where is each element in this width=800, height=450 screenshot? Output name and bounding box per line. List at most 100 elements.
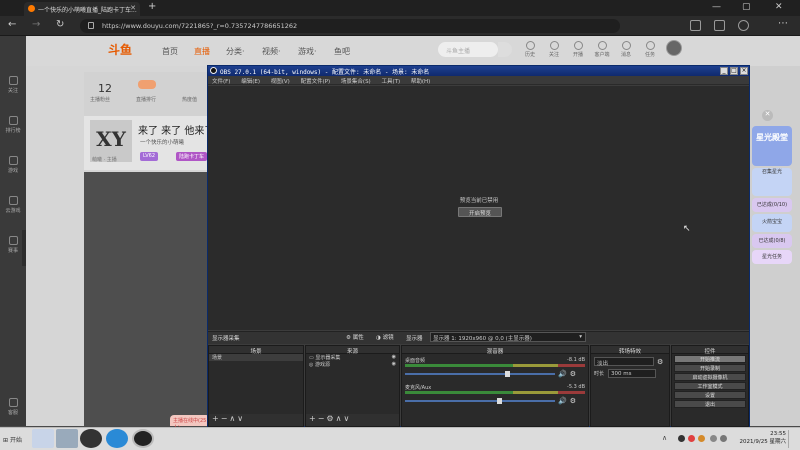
close-promo-icon[interactable]: ✕ — [762, 110, 773, 121]
menu-edit[interactable]: 编辑(E) — [241, 79, 260, 85]
nav-yuba[interactable]: 鱼吧 — [334, 46, 350, 57]
volume-slider[interactable] — [405, 371, 555, 377]
address-bar[interactable]: https://www.douyu.com/7221865?_r=0.73572… — [80, 19, 620, 33]
avatar-caption: 萌曦 · 主播 — [92, 157, 117, 163]
promo-item[interactable]: 星光任务 — [752, 250, 792, 264]
menu-scene-collection[interactable]: 场景集合(S) — [341, 79, 371, 85]
gear-icon[interactable]: ⚙ — [326, 414, 335, 423]
obs-minimize-button[interactable]: _ — [720, 67, 728, 75]
more-menu-icon[interactable]: ⋯ — [778, 18, 788, 29]
promo-progress: 已达成(0/8) — [752, 234, 792, 248]
qq-icon[interactable] — [56, 429, 78, 448]
edge-icon[interactable] — [106, 429, 128, 448]
nav-video[interactable]: 视频· — [262, 46, 281, 57]
move-down-icon[interactable]: ∨ — [343, 414, 351, 423]
forward-icon[interactable]: → — [32, 19, 40, 30]
sources-dock-title: 来源 — [306, 346, 399, 355]
maximize-window-button[interactable]: ▢ — [742, 2, 751, 12]
category-tag[interactable]: 陆跑卡丁车 — [176, 152, 208, 161]
tab-title: 一个快乐的小萌曦直播_陆跑卡丁车... — [38, 7, 137, 14]
profile-icon[interactable] — [738, 20, 749, 31]
minimize-window-button[interactable]: — — [712, 2, 721, 12]
gear-icon[interactable]: ⚙ — [570, 370, 576, 378]
sidebar-item-cloud-games[interactable]: 云游戏 — [0, 196, 26, 214]
nav-category[interactable]: 分类· — [226, 46, 245, 57]
speaker-icon[interactable]: 🔊 — [558, 397, 567, 405]
promo-title[interactable]: 星光殿堂 — [752, 126, 792, 166]
source-item[interactable]: ◎ 游戏源 ◉ — [306, 361, 399, 368]
tray-chevron-icon[interactable]: ∧ — [662, 434, 667, 442]
room-title: 来了 来了 他来了 — [138, 126, 214, 137]
back-icon[interactable]: ← — [8, 19, 16, 30]
nav-live[interactable]: 直播 — [194, 46, 210, 57]
display-select[interactable]: 显示器 1: 1920x960 @ 0,0 (主显示器) ▾ — [430, 332, 586, 342]
start-button[interactable]: ⊞ 开始 — [0, 429, 26, 448]
obs-app-icon[interactable] — [132, 429, 154, 448]
obs-maximize-button[interactable]: □ — [730, 67, 738, 75]
obs-taskbar-icon[interactable] — [80, 429, 102, 448]
gear-icon[interactable]: ⚙ — [570, 397, 576, 405]
exit-button[interactable]: 退出 — [674, 400, 746, 408]
filter-icon: ◑ — [376, 335, 381, 341]
move-down-icon[interactable]: ∨ — [237, 414, 245, 423]
studio-mode-button[interactable]: 工作室模式 — [674, 382, 746, 390]
source-item[interactable]: ▭ 显示器采集 ◉ — [306, 354, 399, 361]
promo-item[interactable]: 召集星光 — [752, 168, 792, 196]
obs-title: OBS 27.0.1 (64-bit, windows) - 配置文件: 未命名… — [220, 69, 430, 76]
close-tab-icon[interactable]: ✕ — [130, 4, 136, 12]
room-subtitle: 一个快乐的小萌曦 — [140, 140, 185, 146]
start-recording-button[interactable]: 开始录制 — [674, 364, 746, 372]
clock-time: 23:55 — [770, 431, 786, 437]
start-preview-button[interactable]: 开启预览 — [458, 207, 502, 217]
menu-help[interactable]: 帮助(H) — [411, 79, 430, 85]
menu-tools[interactable]: 工具(T) — [381, 79, 400, 85]
tray-app-icon[interactable] — [688, 435, 695, 442]
speaker-icon[interactable]: 🔊 — [558, 370, 567, 378]
tray-app-icon[interactable] — [698, 435, 705, 442]
duration-input[interactable]: 300 ms — [608, 369, 656, 378]
sidebar-item-follow[interactable]: 关注 — [0, 76, 26, 94]
refresh-icon[interactable]: ↻ — [56, 19, 64, 30]
collections-icon[interactable] — [714, 20, 725, 31]
sidebar-item-games[interactable]: 游戏 — [0, 156, 26, 174]
mixer-channel: 麦克风/Aux -5.3 dB 🔊 ⚙ — [402, 378, 588, 405]
close-window-button[interactable]: ✕ — [775, 2, 783, 12]
level-tag: LV62 — [140, 152, 159, 161]
task-view-icon[interactable] — [32, 429, 54, 448]
filters-button[interactable]: ◑ 滤镜 — [376, 333, 394, 341]
rank-label[interactable]: 直播排行 — [136, 96, 156, 103]
properties-button[interactable]: ⚙ 属性 — [346, 333, 364, 341]
browser-tab[interactable]: 一个快乐的小萌曦直播_陆跑卡丁车... ✕ — [24, 2, 140, 16]
start-streaming-button[interactable]: 开始推流 — [674, 355, 746, 363]
douyu-logo[interactable]: 斗鱼 — [108, 41, 148, 59]
nav-games[interactable]: 游戏· — [298, 46, 317, 57]
settings-button[interactable]: 设置 — [674, 391, 746, 399]
notification-icon[interactable] — [788, 430, 798, 448]
taskbar-clock[interactable]: 23:55 2021/9/25 星期六 — [736, 430, 786, 446]
volume-icon[interactable] — [720, 435, 727, 442]
menu-profile[interactable]: 配置文件(P) — [301, 79, 331, 85]
sidebar-item-service[interactable]: 客服 — [0, 398, 26, 416]
add-icon[interactable]: + — [212, 414, 221, 423]
volume-slider[interactable] — [405, 398, 555, 404]
promo-item[interactable]: 火箭宝宝 — [752, 214, 792, 232]
mouse-cursor-icon: ↖ — [683, 224, 691, 234]
start-virtual-camera-button[interactable]: 启动虚拟摄像机 — [674, 373, 746, 381]
nav-home[interactable]: 首页 — [162, 46, 178, 57]
transition-select[interactable]: 淡出 — [594, 357, 654, 367]
favorites-icon[interactable] — [690, 20, 701, 31]
menu-view[interactable]: 视图(V) — [271, 79, 290, 85]
add-icon[interactable]: + — [309, 414, 318, 423]
network-icon[interactable] — [710, 435, 717, 442]
menu-file[interactable]: 文件(F) — [212, 79, 230, 85]
sidebar-item-rank[interactable]: 排行榜 — [0, 116, 26, 134]
mixer-channel-db: -8.1 dB — [567, 357, 585, 363]
user-avatar[interactable] — [666, 40, 682, 56]
tray-obs-icon[interactable] — [678, 435, 685, 442]
new-tab-button[interactable]: + — [148, 1, 156, 12]
douyu-search-input[interactable]: 斗鱼主播 — [438, 42, 498, 57]
obs-close-button[interactable]: × — [740, 67, 748, 75]
gear-icon[interactable]: ⚙ — [657, 358, 663, 366]
scene-item[interactable]: 场景 — [209, 354, 303, 361]
task-icon[interactable]: 任务 — [636, 41, 664, 58]
